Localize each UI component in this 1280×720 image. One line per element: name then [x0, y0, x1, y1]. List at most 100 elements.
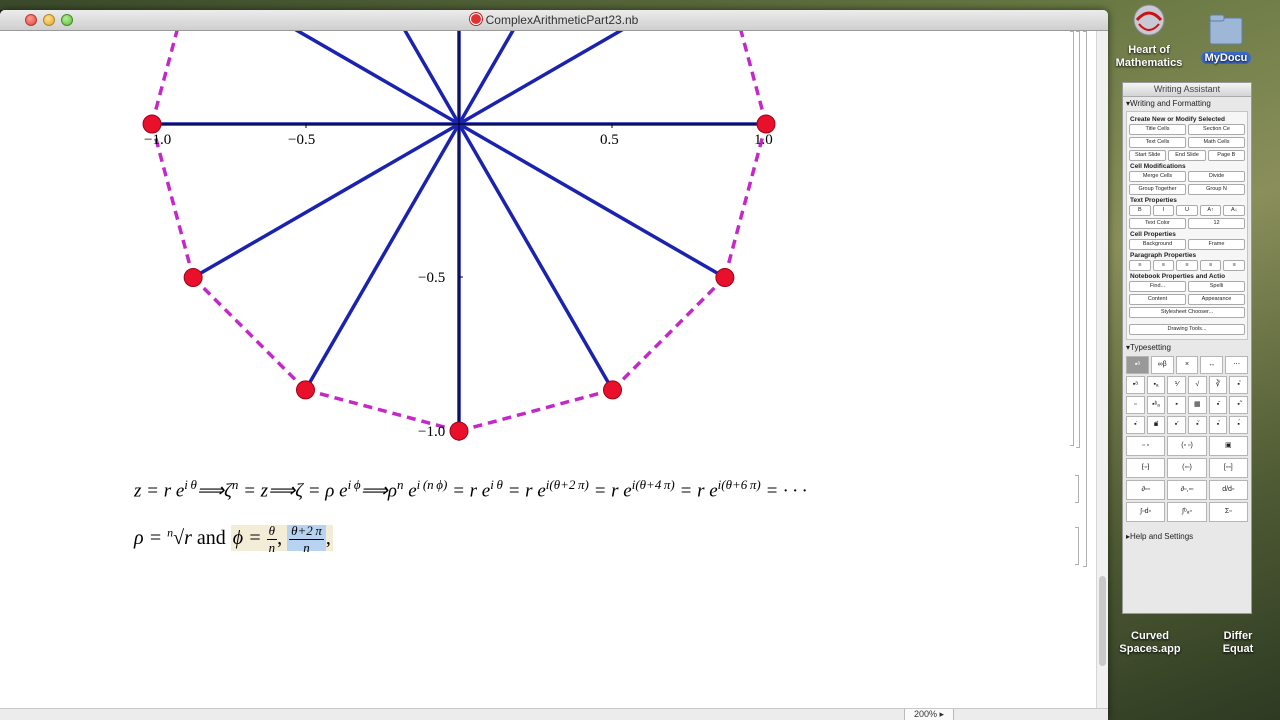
stylesheet-chooser-button[interactable]: Stylesheet Chooser...: [1129, 307, 1245, 318]
align-center-icon[interactable]: ≡: [1152, 260, 1175, 271]
ring-template-icon[interactable]: ▪̊: [1208, 416, 1228, 434]
frame-menu[interactable]: Frame: [1188, 239, 1245, 250]
math-cells-menu[interactable]: Math Cells: [1188, 137, 1245, 148]
notebook-content[interactable]: −1.0 −0.5 0.5 1.0 −0.5 −1.0 z = r ei θ⟹ζ…: [26, 31, 1096, 719]
root-template-icon[interactable]: ∛: [1208, 376, 1228, 394]
spelling-button[interactable]: Spelli: [1188, 281, 1245, 292]
cell-bracket[interactable]: [1070, 31, 1074, 446]
content-menu[interactable]: Content: [1129, 294, 1186, 305]
drawing-tools-button[interactable]: Drawing Tools...: [1129, 324, 1245, 335]
start-slide-button[interactable]: Start Slide: [1129, 150, 1167, 161]
divide-cell-button[interactable]: Divide: [1188, 171, 1245, 182]
prime-template-icon[interactable]: ▪′: [1167, 416, 1186, 434]
scrollbar-thumb[interactable]: [1099, 576, 1106, 666]
align-right-icon[interactable]: ≡: [1176, 260, 1198, 271]
cell-bracket[interactable]: [1075, 475, 1079, 503]
desktop-icon-differential-equations[interactable]: Differ Equat: [1208, 630, 1268, 656]
formula-text: ,: [277, 527, 283, 550]
typesetting-tab-operators-icon[interactable]: ×: [1175, 356, 1199, 374]
typesetting-tab-math-icon[interactable]: ▪ᵃ: [1126, 356, 1149, 374]
palette-section-writing[interactable]: ▾Writing and Formatting: [1123, 97, 1251, 110]
column-vector-icon[interactable]: ⁅▫⁆: [1126, 458, 1166, 478]
cell-group-bracket[interactable]: [1076, 31, 1080, 448]
typesetting-tab-more-icon[interactable]: ⋯: [1225, 356, 1248, 374]
palette-section-help[interactable]: ▸Help and Settings: [1123, 530, 1251, 543]
text-cursor-selection[interactable]: θ+2 πn: [287, 523, 326, 555]
font-size-menu[interactable]: 12: [1188, 218, 1245, 229]
subsuperscript-template-icon[interactable]: ▪ᵇₐ: [1146, 396, 1166, 414]
desktop-icon-mydocuments[interactable]: MyDocu: [1196, 10, 1256, 65]
integral-icon[interactable]: ∫▫d▫: [1126, 502, 1166, 522]
cell-bracket[interactable]: [1075, 527, 1079, 565]
font-smaller-button[interactable]: A↓: [1223, 205, 1245, 216]
formula-text: and: [191, 527, 231, 550]
page-break-button[interactable]: Page B: [1207, 150, 1245, 161]
partial-derivative-icon[interactable]: ∂▫▫: [1126, 480, 1166, 500]
justify-icon[interactable]: ≡: [1199, 260, 1222, 271]
formula-root-solution[interactable]: ρ = n√r and ϕ = θn, θ+2 πn,: [134, 523, 333, 556]
typesetting-tab-greek-icon[interactable]: ∞β: [1150, 356, 1174, 374]
paren-template-icon[interactable]: (▫ ▫): [1167, 436, 1207, 456]
superscript-template-icon[interactable]: ▪ᵃ: [1126, 376, 1145, 394]
derivative-icon[interactable]: d/d▫: [1208, 480, 1248, 500]
formula-text: ⟹ζ: [196, 480, 232, 502]
vector-template-icon[interactable]: ▪⃗: [1146, 416, 1166, 434]
sqrt-template-icon[interactable]: √: [1187, 376, 1207, 394]
vertical-scrollbar[interactable]: [1096, 31, 1108, 719]
align-left-icon[interactable]: ≡: [1129, 260, 1151, 271]
group-normally-button[interactable]: Group N: [1188, 184, 1245, 195]
desktop-icon-heart-of-mathematics[interactable]: Heart of Mathematics: [1112, 2, 1186, 70]
selected-fraction-region[interactable]: ϕ = θn, θ+2 πn,: [230, 523, 333, 555]
text-color-menu[interactable]: Text Color: [1129, 218, 1186, 229]
box-template-icon[interactable]: ▣: [1208, 436, 1248, 456]
underline-button[interactable]: U: [1176, 205, 1198, 216]
definite-integral-icon[interactable]: ∫ᵇₐ▫: [1167, 502, 1207, 522]
fraction-template-icon[interactable]: ⅟: [1167, 376, 1186, 394]
zoom-level-menu[interactable]: 200% ▸: [904, 709, 954, 720]
overbar-template-icon[interactable]: ▪̄: [1208, 396, 1228, 414]
underscript-template-icon[interactable]: ▫: [1126, 396, 1145, 414]
desktop-icon-curved-spaces[interactable]: Curved Spaces.app: [1110, 630, 1190, 656]
indent-icon[interactable]: ≡: [1223, 260, 1245, 271]
palette-titlebar[interactable]: Writing Assistant: [1123, 83, 1251, 97]
roots-of-unity-plot[interactable]: −1.0 −0.5 0.5 1.0 −0.5 −1.0: [26, 31, 1096, 451]
background-menu[interactable]: Background: [1129, 239, 1186, 250]
palette-subheading: Notebook Properties and Actio: [1130, 273, 1226, 280]
text-cells-menu[interactable]: Text Cells: [1129, 137, 1186, 148]
group-together-button[interactable]: Group Together: [1129, 184, 1186, 195]
fraction-denominator: n: [268, 540, 276, 555]
formula-exponent: i(θ+2 π): [545, 477, 589, 492]
spoke-line: [192, 122, 460, 280]
find-button[interactable]: Find...: [1129, 281, 1186, 292]
subscript-template-icon[interactable]: ▪ₐ: [1146, 376, 1166, 394]
end-slide-button[interactable]: End Slide: [1168, 150, 1206, 161]
matrix-2x2-icon[interactable]: (▫▫): [1167, 458, 1207, 478]
bracket-matrix-icon[interactable]: [▫▫]: [1208, 458, 1248, 478]
italic-button[interactable]: I: [1152, 205, 1175, 216]
merge-cells-button[interactable]: Merge Cells: [1129, 171, 1186, 182]
acute-template-icon[interactable]: ▪́: [1229, 416, 1248, 434]
writing-assistant-palette[interactable]: Writing Assistant ▾Writing and Formattin…: [1122, 82, 1252, 614]
formula-roots-derivation[interactable]: z = r ei θ⟹ζn = z⟹ζ = ρ ei ϕ⟹ρn ei (n ϕ)…: [134, 477, 807, 502]
sum-icon[interactable]: Σ▫: [1208, 502, 1248, 522]
formula-text: ⟹ρ: [360, 480, 397, 502]
check-template-icon[interactable]: ▪̌: [1187, 416, 1207, 434]
formula-text: z = r e: [134, 480, 185, 502]
mixed-partial-icon[interactable]: ∂▫,▫▫: [1167, 480, 1207, 500]
x-tick-label: 1.0: [754, 132, 773, 148]
underover-template-icon[interactable]: ▪: [1167, 396, 1186, 414]
dot-template-icon[interactable]: ▪̇: [1126, 416, 1145, 434]
matrix-template-icon[interactable]: ▦: [1187, 396, 1207, 414]
palette-section-typesetting[interactable]: ▾Typesetting: [1123, 341, 1251, 354]
appearance-menu[interactable]: Appearance: [1188, 294, 1245, 305]
window-titlebar[interactable]: ComplexArithmeticPart23.nb: [0, 10, 1108, 31]
typesetting-tab-arrows-icon[interactable]: ↔: [1200, 356, 1224, 374]
title-cells-menu[interactable]: Title Cells: [1129, 124, 1186, 135]
section-cells-menu[interactable]: Section Ce: [1188, 124, 1245, 135]
tilde-template-icon[interactable]: ▪̃: [1229, 396, 1248, 414]
overscript-template-icon[interactable]: ▪̂: [1229, 376, 1248, 394]
font-larger-button[interactable]: A↑: [1199, 205, 1222, 216]
section-group-bracket[interactable]: [1083, 31, 1087, 567]
bold-button[interactable]: B: [1129, 205, 1151, 216]
pair-template-icon[interactable]: ▫ ▫: [1126, 436, 1166, 456]
